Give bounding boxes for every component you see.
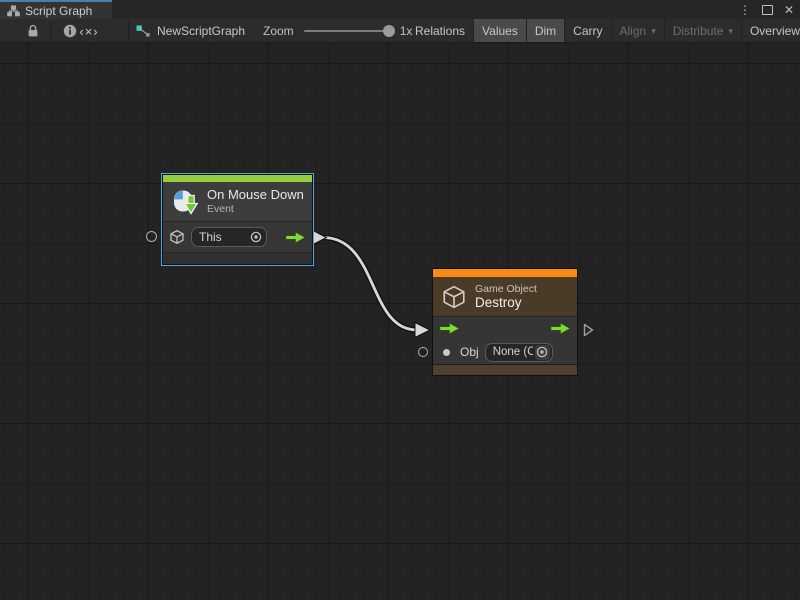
node-header[interactable]: Game Object Destroy: [433, 277, 577, 316]
code-icon: ‹×›: [79, 24, 98, 39]
close-icon[interactable]: ✕: [784, 4, 794, 16]
tab-bar: Script Graph ⋮ ✕: [0, 0, 800, 19]
target-field[interactable]: This: [191, 227, 267, 247]
values-button[interactable]: Values: [473, 19, 526, 42]
graph-breadcrumb[interactable]: NewScriptGraph: [136, 19, 245, 43]
zoom-slider-handle[interactable]: [383, 25, 395, 37]
node-flow-row: [433, 316, 577, 340]
trigger-input-arrow-icon[interactable]: [439, 322, 460, 335]
window-controls: ⋮ ✕: [739, 0, 794, 19]
zoom-slider[interactable]: [304, 30, 392, 32]
object-picker-icon[interactable]: [536, 346, 548, 358]
mouse-down-event-icon: [171, 188, 199, 216]
overview-button[interactable]: Overview: [741, 19, 800, 42]
more-menu-icon[interactable]: ⋮: [739, 4, 751, 16]
carry-button[interactable]: Carry: [564, 19, 610, 42]
connection-wire: [0, 43, 800, 600]
event-target-port[interactable]: [146, 231, 157, 242]
node-footer: [433, 364, 577, 375]
node-input-row: Obj None (O: [433, 340, 577, 364]
node-accent-strip: [433, 269, 577, 277]
object-picker-icon[interactable]: [250, 231, 262, 243]
node-category: Game Object: [475, 283, 537, 295]
toolbar-separator: [50, 21, 51, 41]
node-destroy[interactable]: Game Object Destroy Obj None (O: [432, 268, 578, 376]
graph-name: NewScriptGraph: [157, 24, 245, 38]
relations-button[interactable]: Relations: [407, 19, 473, 42]
script-graph-icon: [136, 25, 151, 38]
chevron-down-icon: ▾: [651, 26, 656, 37]
node-subtitle: Event: [207, 203, 304, 215]
node-on-mouse-down[interactable]: On Mouse Down Event This: [162, 174, 313, 265]
distribute-button[interactable]: Distribute ▾: [664, 19, 741, 42]
toolbar-separator: [128, 21, 129, 41]
graph-toolbar: ‹×› NewScriptGraph Zoom 1x Relations Val…: [0, 19, 800, 43]
node-title: Destroy: [475, 295, 537, 311]
graph-hierarchy-icon: [7, 5, 20, 17]
trigger-output-arrow-icon[interactable]: [285, 231, 306, 244]
game-object-cube-icon: [169, 229, 185, 245]
chevron-down-icon: ▾: [728, 26, 733, 37]
script-graph-window: Script Graph ⋮ ✕ ‹×›: [0, 0, 800, 600]
node-accent-strip: [163, 175, 312, 182]
node-port-row: This: [163, 221, 312, 252]
lock-icon: [27, 24, 39, 38]
align-button[interactable]: Align ▾: [611, 19, 664, 42]
lock-button[interactable]: [22, 19, 44, 43]
destroy-obj-port[interactable]: [418, 347, 428, 357]
info-icon: [63, 24, 77, 38]
maximize-icon[interactable]: [762, 5, 773, 15]
node-footer: [163, 252, 312, 264]
edit-source-button[interactable]: ‹×›: [76, 19, 102, 43]
zoom-label: Zoom: [263, 24, 294, 38]
wire-end-arrow[interactable]: [415, 323, 430, 338]
toolbar-button-group: Relations Values Dim Carry Align ▾ Distr…: [407, 19, 800, 42]
dim-button[interactable]: Dim: [526, 19, 564, 42]
tab-title: Script Graph: [25, 4, 92, 18]
wire-start-arrow[interactable]: [313, 231, 327, 245]
node-title: On Mouse Down: [207, 188, 304, 203]
object-field[interactable]: None (O: [485, 343, 553, 362]
trigger-out-port-triangle[interactable]: [583, 323, 594, 337]
node-header[interactable]: On Mouse Down Event: [163, 182, 312, 221]
tab-script-graph[interactable]: Script Graph: [0, 0, 112, 19]
zoom-control: Zoom 1x: [263, 19, 412, 43]
game-object-cube-icon: [441, 284, 467, 310]
trigger-output-arrow-icon[interactable]: [550, 322, 571, 335]
graph-canvas[interactable]: On Mouse Down Event This: [0, 43, 800, 600]
value-port-dot[interactable]: [443, 349, 450, 356]
input-label: Obj: [460, 345, 479, 359]
